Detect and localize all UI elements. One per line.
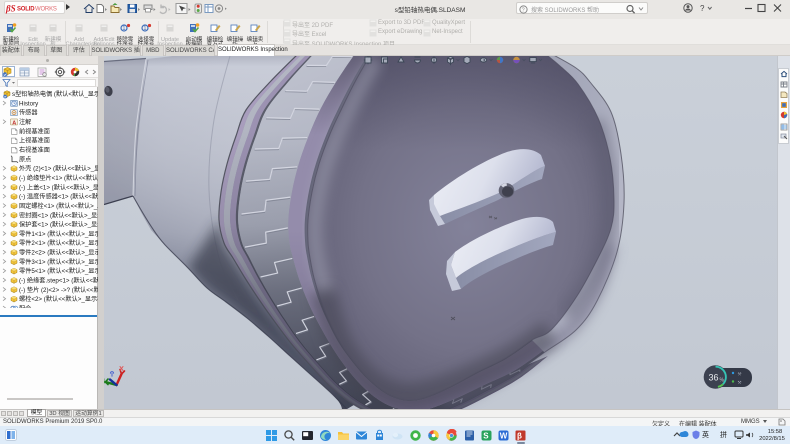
- svg-text:上视基准面: 上视基准面: [19, 137, 50, 145]
- svg-text:(-) 上盖<1> (默认<<默认>_显示状: (-) 上盖<1> (默认<<默认>_显示状: [19, 183, 98, 191]
- svg-text:(-) 垫片 (2)<2> ->? (默认<<默认>: (-) 垫片 (2)<2> ->? (默认<<默认>: [19, 286, 98, 294]
- svg-text:螺栓<2> (默认<<默认>_显示状态: 螺栓<2> (默认<<默认>_显示状态: [19, 295, 98, 303]
- svg-text:零件1<1> (默认<<默认>_显示状态: 零件1<1> (默认<<默认>_显示状态: [19, 230, 98, 238]
- svg-text:A: A: [12, 120, 16, 126]
- svg-text:1: 1: [143, 26, 147, 32]
- svg-text:右视基准面: 右视基准面: [19, 146, 50, 154]
- svg-text:零件5<1> (默认<<默认>_显示状态: 零件5<1> (默认<<默认>_显示状态: [19, 267, 98, 275]
- svg-text:WORKS: WORKS: [35, 7, 57, 13]
- svg-text:β: β: [517, 432, 522, 441]
- svg-text:(-) 绝缘垫片<1> (默认<<默认>_显: (-) 绝缘垫片<1> (默认<<默认>_显: [19, 174, 98, 182]
- svg-text:History: History: [19, 100, 39, 107]
- svg-text:原点: 原点: [19, 155, 31, 163]
- svg-text:保护套<1> (默认<<默认>_显示状: 保护套<1> (默认<<默认>_显示状: [19, 221, 98, 229]
- svg-text:%: %: [720, 378, 725, 384]
- svg-text:s型铅轴热电偶 (默认<默认_显示状态-1: s型铅轴热电偶 (默认<默认_显示状态-1: [12, 90, 98, 98]
- svg-text:零件2<2> (默认<<默认>_显示状态: 零件2<2> (默认<<默认>_显示状态: [19, 249, 98, 257]
- svg-text:S: S: [483, 432, 489, 441]
- svg-text:(-) 绝缘套.step<1> (默认<<默认>: (-) 绝缘套.step<1> (默认<<默认>: [19, 277, 98, 285]
- svg-text:固定螺栓<1> (默认<<默认>_显示状: 固定螺栓<1> (默认<<默认>_显示状: [19, 202, 98, 210]
- svg-text:外壳 (2)<1> (默认<<默认>_显示状: 外壳 (2)<1> (默认<<默认>_显示状: [19, 165, 98, 173]
- svg-text:W: W: [500, 432, 508, 441]
- svg-text:传感器: 传感器: [19, 109, 38, 117]
- svg-text:配合: 配合: [19, 304, 31, 308]
- svg-text:零件2<1> (默认<<默认>_显示状态: 零件2<1> (默认<<默认>_显示状态: [19, 239, 98, 247]
- svg-text:注解: 注解: [19, 118, 31, 126]
- svg-text:密封圈<1> (默认<<默认>_显示状: 密封圈<1> (默认<<默认>_显示状: [19, 211, 98, 219]
- svg-text:36: 36: [709, 373, 719, 383]
- svg-text:(-) 温度传感器<1> (默认<<默认>: (-) 温度传感器<1> (默认<<默认>: [19, 193, 98, 201]
- svg-text:零件3<1> (默认<<默认>_显示状态: 零件3<1> (默认<<默认>_显示状态: [19, 258, 98, 266]
- svg-text:SOLID: SOLID: [17, 7, 35, 13]
- svg-text:?: ?: [522, 7, 525, 13]
- svg-text:?: ?: [700, 4, 705, 13]
- svg-text:βS: βS: [5, 4, 16, 14]
- svg-text:1: 1: [122, 26, 126, 32]
- svg-text:前视基准面: 前视基准面: [19, 127, 50, 135]
